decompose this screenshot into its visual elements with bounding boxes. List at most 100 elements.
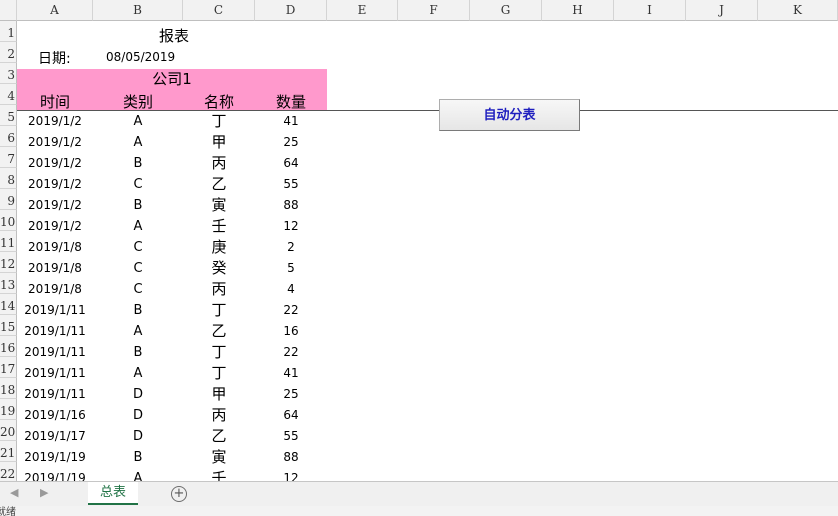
row-header[interactable]: 15 xyxy=(0,315,17,336)
data-cell[interactable]: A xyxy=(93,363,183,384)
row-header[interactable]: 8 xyxy=(0,168,17,189)
data-cell[interactable]: 2019/1/2 xyxy=(17,174,93,195)
data-cell[interactable]: 丙 xyxy=(183,153,255,174)
data-cell[interactable]: 22 xyxy=(255,300,327,321)
column-header-h[interactable]: H xyxy=(542,0,614,21)
next-sheet-icon[interactable]: ▶ xyxy=(40,486,48,499)
data-cell[interactable]: C xyxy=(93,258,183,279)
add-sheet-icon[interactable]: + xyxy=(171,486,187,502)
data-cell[interactable]: 12 xyxy=(255,216,327,237)
data-cell[interactable]: 64 xyxy=(255,405,327,426)
row-header[interactable]: 2 xyxy=(0,42,17,63)
data-cell[interactable]: A xyxy=(93,132,183,153)
data-cell[interactable]: 2019/1/16 xyxy=(17,405,93,426)
data-cell[interactable]: 2019/1/11 xyxy=(17,300,93,321)
data-cell[interactable]: C xyxy=(93,237,183,258)
row-header[interactable]: 5 xyxy=(0,105,17,126)
column-header-j[interactable]: J xyxy=(686,0,758,21)
row-header[interactable]: 4 xyxy=(0,84,17,105)
column-header-i[interactable]: I xyxy=(614,0,686,21)
data-cell[interactable]: A xyxy=(93,321,183,342)
column-header-b[interactable]: B xyxy=(93,0,183,21)
sheet-tab-active[interactable]: 总表 xyxy=(88,482,138,505)
row-header[interactable]: 19 xyxy=(0,399,17,420)
data-cell[interactable]: 2019/1/19 xyxy=(17,447,93,468)
data-cell[interactable]: 壬 xyxy=(183,216,255,237)
row-header[interactable]: 9 xyxy=(0,189,17,210)
data-cell[interactable]: A xyxy=(93,216,183,237)
data-cell[interactable]: 2019/1/8 xyxy=(17,279,93,300)
auto-split-button[interactable]: 自动分表 xyxy=(439,99,580,131)
data-cell[interactable]: 丙 xyxy=(183,279,255,300)
data-cell[interactable]: 庚 xyxy=(183,237,255,258)
data-cell[interactable]: 2019/1/2 xyxy=(17,153,93,174)
data-cell[interactable]: 55 xyxy=(255,174,327,195)
data-cell[interactable]: 寅 xyxy=(183,195,255,216)
row-header[interactable]: 10 xyxy=(0,210,17,231)
data-cell[interactable]: B xyxy=(93,153,183,174)
data-cell[interactable]: D xyxy=(93,405,183,426)
data-cell[interactable]: 2 xyxy=(255,237,327,258)
data-cell[interactable]: C xyxy=(93,279,183,300)
data-cell[interactable]: 寅 xyxy=(183,447,255,468)
data-cell[interactable]: 丁 xyxy=(183,300,255,321)
data-cell[interactable]: 41 xyxy=(255,363,327,384)
row-header[interactable]: 7 xyxy=(0,147,17,168)
data-cell[interactable]: 2019/1/11 xyxy=(17,321,93,342)
row-header[interactable]: 13 xyxy=(0,273,17,294)
row-header[interactable]: 3 xyxy=(0,63,17,84)
column-header-d[interactable]: D xyxy=(255,0,327,21)
data-cell[interactable]: D xyxy=(93,426,183,447)
row-header[interactable]: 18 xyxy=(0,378,17,399)
data-cell[interactable]: 22 xyxy=(255,342,327,363)
data-cell[interactable]: 2019/1/8 xyxy=(17,237,93,258)
data-cell[interactable]: 41 xyxy=(255,111,327,132)
data-cell[interactable]: 2019/1/11 xyxy=(17,342,93,363)
data-cell[interactable]: A xyxy=(93,111,183,132)
row-header[interactable]: 12 xyxy=(0,252,17,273)
data-cell[interactable]: 16 xyxy=(255,321,327,342)
row-header[interactable]: 1 xyxy=(0,21,17,42)
data-cell[interactable]: 乙 xyxy=(183,321,255,342)
prev-sheet-icon[interactable]: ◀ xyxy=(10,486,18,499)
data-cell[interactable]: 2019/1/11 xyxy=(17,384,93,405)
data-cell[interactable]: B xyxy=(93,342,183,363)
column-header-g[interactable]: G xyxy=(470,0,542,21)
column-header-a[interactable]: A xyxy=(17,0,93,21)
data-cell[interactable]: 乙 xyxy=(183,174,255,195)
data-cell[interactable]: 2019/1/2 xyxy=(17,216,93,237)
row-header[interactable]: 22 xyxy=(0,462,17,483)
data-cell[interactable]: 25 xyxy=(255,384,327,405)
select-all-corner[interactable] xyxy=(0,0,17,21)
data-cell[interactable]: B xyxy=(93,300,183,321)
data-cell[interactable]: D xyxy=(93,384,183,405)
data-cell[interactable]: 4 xyxy=(255,279,327,300)
data-cell[interactable]: 64 xyxy=(255,153,327,174)
data-cell[interactable]: 丙 xyxy=(183,405,255,426)
data-cell[interactable]: 2019/1/2 xyxy=(17,195,93,216)
data-cell[interactable]: 2019/1/2 xyxy=(17,132,93,153)
data-cell[interactable]: 88 xyxy=(255,447,327,468)
data-cell[interactable]: 2019/1/11 xyxy=(17,363,93,384)
data-cell[interactable]: 55 xyxy=(255,426,327,447)
data-cell[interactable]: 乙 xyxy=(183,426,255,447)
data-cell[interactable]: 2019/1/2 xyxy=(17,111,93,132)
data-cell[interactable]: 甲 xyxy=(183,384,255,405)
data-cell[interactable]: B xyxy=(93,195,183,216)
data-cell[interactable]: 丁 xyxy=(183,111,255,132)
data-cell[interactable]: 丁 xyxy=(183,342,255,363)
column-header-f[interactable]: F xyxy=(398,0,470,21)
column-header-c[interactable]: C xyxy=(183,0,255,21)
data-cell[interactable]: C xyxy=(93,174,183,195)
data-cell[interactable]: 5 xyxy=(255,258,327,279)
data-cell[interactable]: 癸 xyxy=(183,258,255,279)
row-header[interactable]: 20 xyxy=(0,420,17,441)
data-cell[interactable]: 25 xyxy=(255,132,327,153)
row-header[interactable]: 17 xyxy=(0,357,17,378)
row-header[interactable]: 6 xyxy=(0,126,17,147)
row-header[interactable]: 14 xyxy=(0,294,17,315)
column-header-e[interactable]: E xyxy=(327,0,398,21)
data-cell[interactable]: 甲 xyxy=(183,132,255,153)
column-header-k[interactable]: K xyxy=(758,0,838,21)
row-header[interactable]: 21 xyxy=(0,441,17,462)
